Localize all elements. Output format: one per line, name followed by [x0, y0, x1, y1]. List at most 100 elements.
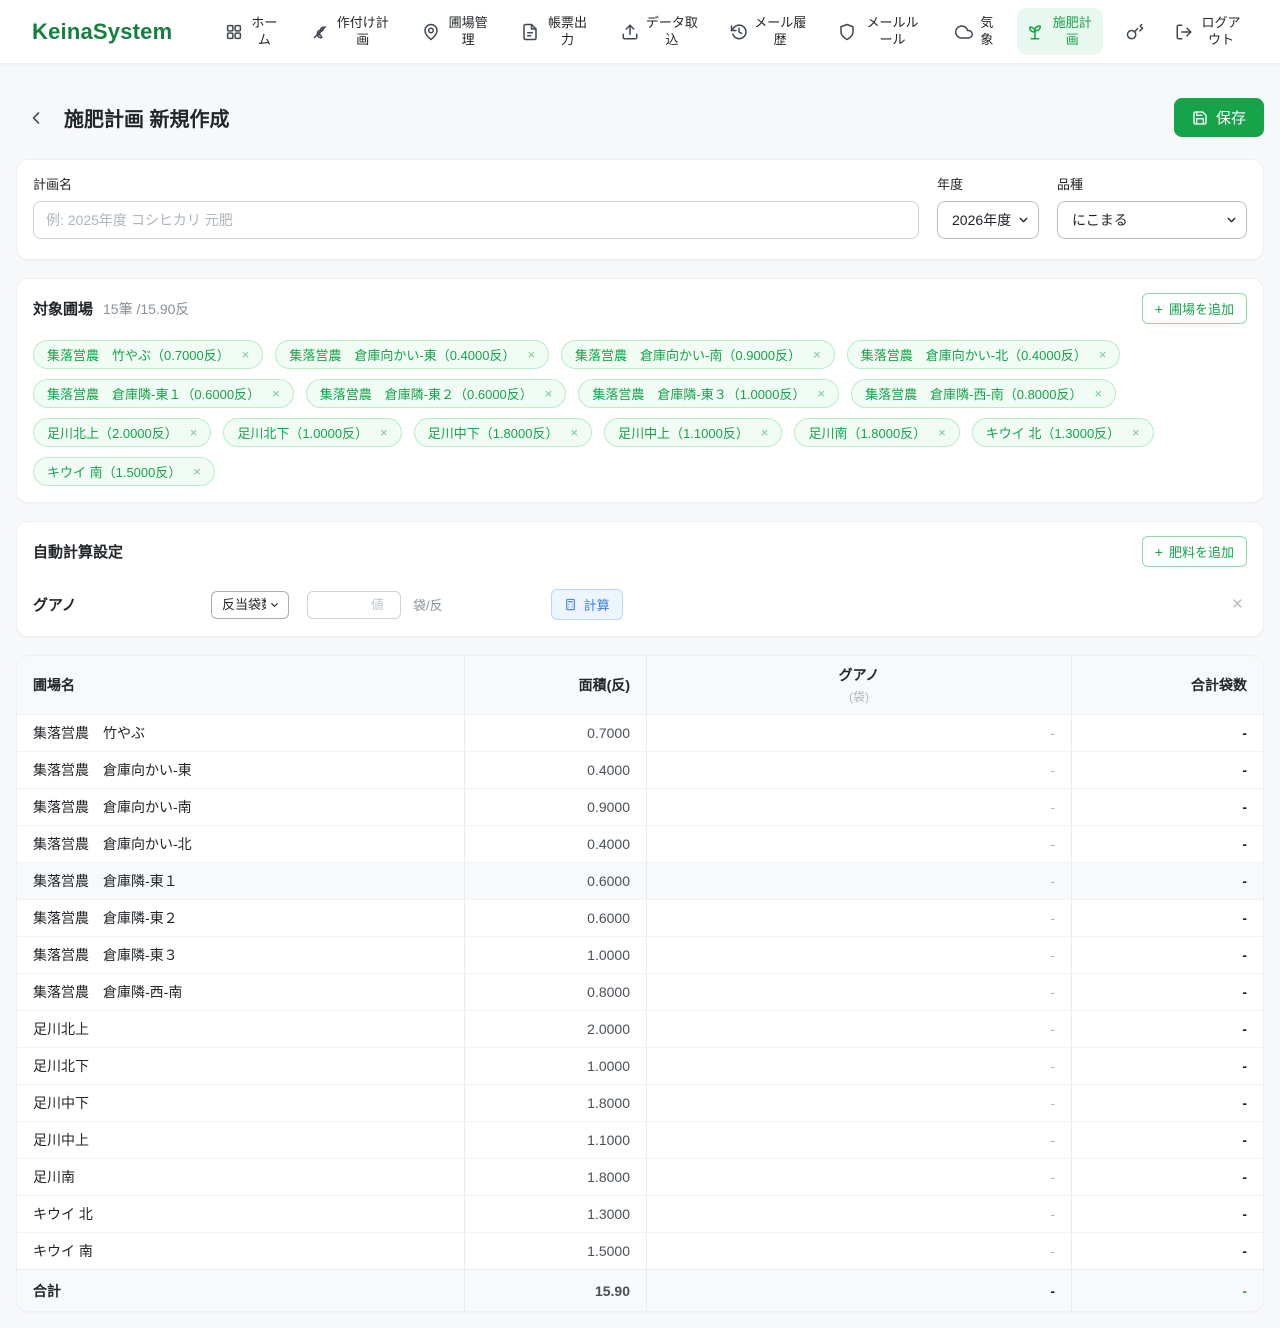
nav-item-logout[interactable]: ログアウト	[1166, 8, 1252, 56]
plan-name-label: 計画名	[33, 174, 919, 193]
nav-item-home[interactable]: ホーム	[216, 8, 288, 56]
field-tag: 足川北下（1.0000反） ×	[223, 418, 401, 447]
back-button[interactable]	[24, 106, 48, 130]
field-tag: 足川南（1.8000反） ×	[794, 418, 959, 447]
remove-fertilizer-button[interactable]: ×	[1228, 595, 1247, 614]
table-row: 集落営農 倉庫向かい-南 0.9000 - -	[17, 788, 1263, 825]
calculate-button[interactable]: 計算	[551, 589, 623, 620]
field-tag: 集落営農 倉庫向かい-南（0.9000反） ×	[561, 340, 835, 369]
plan-form-card: 計画名 年度 2026年度 品種 にこまる	[16, 159, 1264, 260]
save-button-label: 保存	[1216, 107, 1246, 128]
save-button[interactable]: 保存	[1174, 98, 1264, 137]
nav-item-field-management[interactable]: 圃場管理	[413, 8, 499, 56]
calculate-button-label: 計算	[584, 595, 610, 614]
calculator-icon	[564, 598, 577, 611]
remove-tag-icon[interactable]: ×	[190, 426, 198, 439]
fields-table: 圃場名 面積(反) グアノ (袋) 合計袋数 集落営農 竹やぶ 0.7000 -…	[16, 655, 1264, 1312]
field-tag: キウイ 北（1.3000反） ×	[972, 418, 1154, 447]
fertilizer-name: グアノ	[33, 594, 211, 615]
nav-item-mail-history[interactable]: メール履歴	[721, 8, 815, 56]
remove-tag-icon[interactable]: ×	[761, 426, 769, 439]
remove-tag-icon[interactable]: ×	[817, 387, 825, 400]
plan-name-group: 計画名	[33, 174, 919, 239]
logout-icon	[1175, 23, 1193, 41]
add-fertilizer-button-label: 肥料を追加	[1169, 542, 1234, 561]
variety-select-wrap: にこまる	[1057, 201, 1247, 239]
add-field-button[interactable]: + 圃場を追加	[1142, 293, 1247, 324]
target-fields-summary: 15筆 /15.90反	[103, 299, 189, 319]
auto-calc-title: 自動計算設定	[33, 541, 123, 562]
document-icon	[521, 23, 539, 41]
auto-calc-card: 自動計算設定 + 肥料を追加 グアノ 反当袋数 袋/反 計算 ×	[16, 521, 1264, 637]
target-fields-title: 対象圃場	[33, 298, 93, 319]
wheat-icon	[311, 23, 329, 41]
nav-menu: ホーム 作付け計画 圃場管理 帳票出力 データ取込 メール履歴 メールルール 気…	[216, 8, 1252, 56]
remove-tag-icon[interactable]: ×	[1132, 426, 1140, 439]
variety-select[interactable]: にこまる	[1057, 201, 1247, 239]
remove-tag-icon[interactable]: ×	[527, 348, 535, 361]
remove-tag-icon[interactable]: ×	[380, 426, 388, 439]
plus-icon: +	[1155, 302, 1163, 316]
total-bags: -	[1071, 1270, 1263, 1311]
remove-tag-icon[interactable]: ×	[938, 426, 946, 439]
total-label: 合計	[17, 1273, 464, 1309]
year-group: 年度 2026年度	[937, 174, 1039, 239]
calc-mode-select[interactable]: 反当袋数	[211, 591, 289, 619]
remove-tag-icon[interactable]: ×	[813, 348, 821, 361]
table-header-row: 圃場名 面積(反) グアノ (袋) 合計袋数	[17, 656, 1263, 714]
year-select-wrap: 2026年度	[937, 201, 1039, 239]
calc-unit-label: 袋/反	[413, 595, 443, 614]
plus-icon: +	[1155, 545, 1163, 559]
brand-logo[interactable]: KeinaSystem	[32, 19, 172, 45]
nav-item-weather[interactable]: 気象	[946, 8, 1004, 56]
column-header-guano-label: グアノ	[839, 665, 880, 685]
column-header-total-bags: 合計袋数	[1071, 656, 1263, 714]
nav-item-mail-rules[interactable]: メールルール	[829, 8, 933, 56]
remove-tag-icon[interactable]: ×	[570, 426, 578, 439]
table-row: 集落営農 竹やぶ 0.7000 - -	[17, 714, 1263, 751]
cloud-icon	[955, 23, 973, 41]
field-tag: 足川中下（1.8000反） ×	[414, 418, 592, 447]
page-title: 施肥計画 新規作成	[64, 103, 230, 132]
map-pin-icon	[422, 23, 440, 41]
field-tag: 足川中上（1.1000反） ×	[604, 418, 782, 447]
variety-group: 品種 にこまる	[1057, 174, 1247, 239]
home-icon	[225, 23, 243, 41]
table-total-row: 合計 15.90 - -	[17, 1269, 1263, 1311]
key-icon	[1126, 23, 1144, 41]
year-select[interactable]: 2026年度	[937, 201, 1039, 239]
field-tags: 集落営農 竹やぶ（0.7000反） × 集落営農 倉庫向かい-東（0.4000反…	[33, 340, 1247, 486]
add-field-button-label: 圃場を追加	[1169, 299, 1234, 318]
target-fields-header: 対象圃場 15筆 /15.90反 + 圃場を追加	[33, 293, 1247, 324]
table-row: 集落営農 倉庫隣-東２ 0.6000 - -	[17, 899, 1263, 936]
save-icon	[1192, 110, 1208, 126]
field-tag: 集落営農 倉庫向かい-北（0.4000反） ×	[847, 340, 1121, 369]
table-row: 集落営農 倉庫隣-東１ 0.6000 - -	[17, 862, 1263, 899]
column-header-guano-unit: (袋)	[849, 688, 869, 705]
remove-tag-icon[interactable]: ×	[1094, 387, 1102, 400]
remove-tag-icon[interactable]: ×	[272, 387, 280, 400]
remove-tag-icon[interactable]: ×	[193, 465, 201, 478]
nav-item-report-output[interactable]: 帳票出力	[512, 8, 598, 56]
plan-name-input[interactable]	[33, 201, 919, 239]
top-navbar: KeinaSystem ホーム 作付け計画 圃場管理 帳票出力 データ取込 メー…	[0, 0, 1280, 64]
table-row: 集落営農 倉庫向かい-北 0.4000 - -	[17, 825, 1263, 862]
fertilizer-row: グアノ 反当袋数 袋/反 計算 ×	[33, 589, 1247, 620]
nav-item-planting-plan[interactable]: 作付け計画	[302, 8, 400, 56]
table-row: 足川北下 1.0000 - -	[17, 1047, 1263, 1084]
table-row: 足川北上 2.0000 - -	[17, 1010, 1263, 1047]
seedling-icon	[1026, 23, 1044, 41]
remove-tag-icon[interactable]: ×	[545, 387, 553, 400]
field-tag: 集落営農 倉庫隣-東１（0.6000反） ×	[33, 379, 294, 408]
table-row: 足川南 1.8000 - -	[17, 1158, 1263, 1195]
table-row: キウイ 南 1.5000 - -	[17, 1232, 1263, 1269]
table-row: 集落営農 倉庫隣-東３ 1.0000 - -	[17, 936, 1263, 973]
field-tag: 集落営農 竹やぶ（0.7000反） ×	[33, 340, 263, 369]
nav-item-fertilization-plan[interactable]: 施肥計画	[1017, 8, 1103, 56]
remove-tag-icon[interactable]: ×	[1099, 348, 1107, 361]
nav-item-data-import[interactable]: データ取込	[612, 8, 708, 56]
nav-item-key[interactable]	[1117, 16, 1153, 48]
add-fertilizer-button[interactable]: + 肥料を追加	[1142, 536, 1247, 567]
calc-value-input[interactable]	[307, 591, 401, 619]
remove-tag-icon[interactable]: ×	[242, 348, 250, 361]
